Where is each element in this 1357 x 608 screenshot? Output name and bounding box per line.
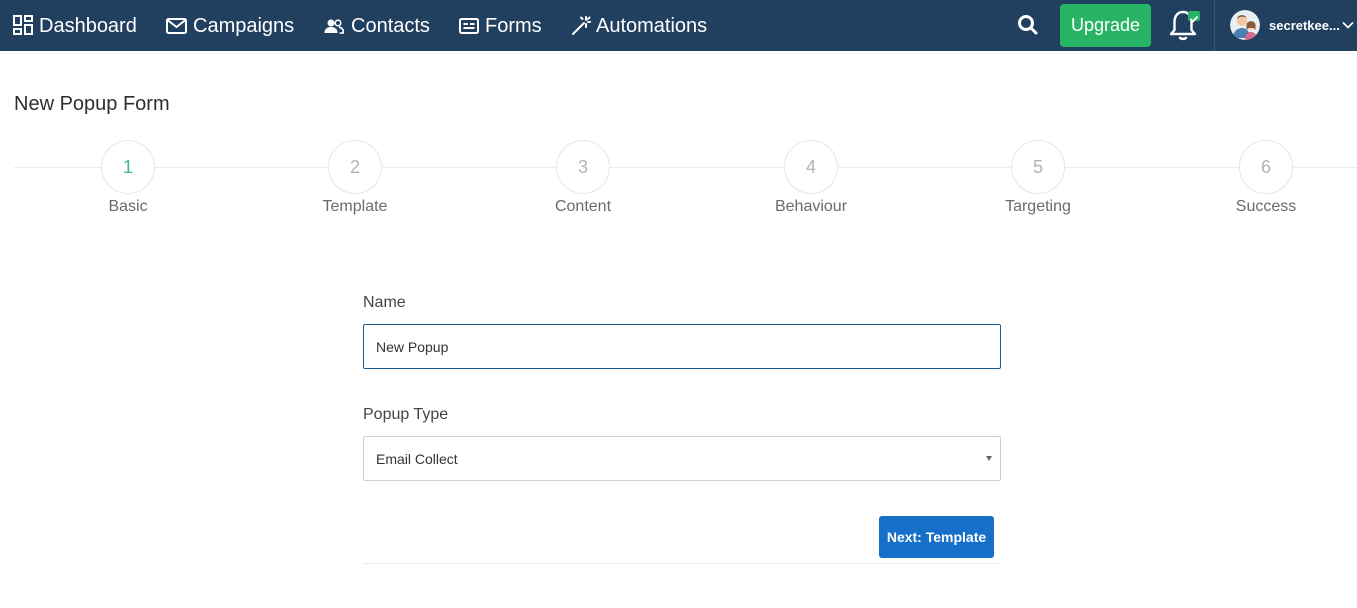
magic-wand-icon — [571, 15, 591, 36]
check-badge-icon — [1188, 11, 1200, 23]
popup-type-value: Email Collect — [376, 450, 458, 467]
nav-item-dashboard[interactable]: Dashboard — [13, 0, 137, 51]
step-basic[interactable]: 1 Basic — [48, 140, 208, 220]
nav-item-forms[interactable]: Forms — [459, 0, 542, 51]
step-label: Basic — [108, 198, 148, 215]
name-input[interactable] — [363, 324, 1001, 369]
step-label: Behaviour — [774, 198, 848, 215]
step-label: Success — [1235, 198, 1297, 215]
upgrade-button[interactable]: Upgrade — [1060, 4, 1151, 47]
page-title: New Popup Form — [14, 93, 170, 115]
step-success[interactable]: 6 Success — [1186, 140, 1346, 220]
step-number: 3 — [556, 140, 610, 194]
stepper-line — [14, 167, 1357, 168]
nav-item-automations[interactable]: Automations — [571, 0, 707, 51]
chevron-down-icon — [1342, 16, 1354, 34]
form-divider — [363, 563, 1001, 564]
step-label: Targeting — [1005, 198, 1071, 215]
form-icon — [459, 17, 479, 34]
nav-item-label: Forms — [485, 14, 542, 37]
nav-divider — [1214, 0, 1215, 51]
step-label: Content — [554, 198, 612, 215]
nav-item-campaigns[interactable]: Campaigns — [166, 0, 294, 51]
step-label: Template — [322, 198, 388, 215]
nav-item-label: Automations — [596, 14, 708, 37]
people-icon — [324, 18, 344, 34]
bell-icon — [1168, 10, 1198, 45]
notifications-button[interactable] — [1168, 9, 1202, 41]
step-number: 1 — [101, 140, 155, 194]
name-label: Name — [363, 294, 406, 311]
step-behaviour[interactable]: 4 Behaviour — [731, 140, 891, 220]
nav-item-contacts[interactable]: Contacts — [324, 0, 430, 51]
popup-type-label: Popup Type — [363, 406, 449, 423]
user-menu[interactable]: secretkee... — [1230, 8, 1355, 42]
step-content[interactable]: 3 Content — [503, 140, 663, 220]
step-template[interactable]: 2 Template — [275, 140, 435, 220]
dashboard-grid-icon — [13, 15, 34, 36]
step-number: 4 — [784, 140, 838, 194]
top-navbar: Dashboard Campaigns Contacts Forms Autom… — [0, 0, 1357, 51]
user-name: secretkee... — [1269, 17, 1340, 33]
popup-type-select[interactable]: Email Collect — [363, 436, 1001, 481]
avatar — [1230, 10, 1260, 40]
caret-down-icon — [986, 456, 992, 461]
nav-item-label: Campaigns — [193, 14, 295, 37]
next-template-button[interactable]: Next: Template — [879, 516, 994, 558]
step-number: 2 — [328, 140, 382, 194]
envelope-icon — [166, 17, 187, 34]
nav-item-label: Dashboard — [39, 14, 137, 37]
step-targeting[interactable]: 5 Targeting — [958, 140, 1118, 220]
search-button[interactable] — [1016, 13, 1040, 37]
step-number: 6 — [1239, 140, 1293, 194]
search-icon — [1016, 15, 1040, 41]
nav-item-label: Contacts — [351, 14, 430, 37]
step-number: 5 — [1011, 140, 1065, 194]
